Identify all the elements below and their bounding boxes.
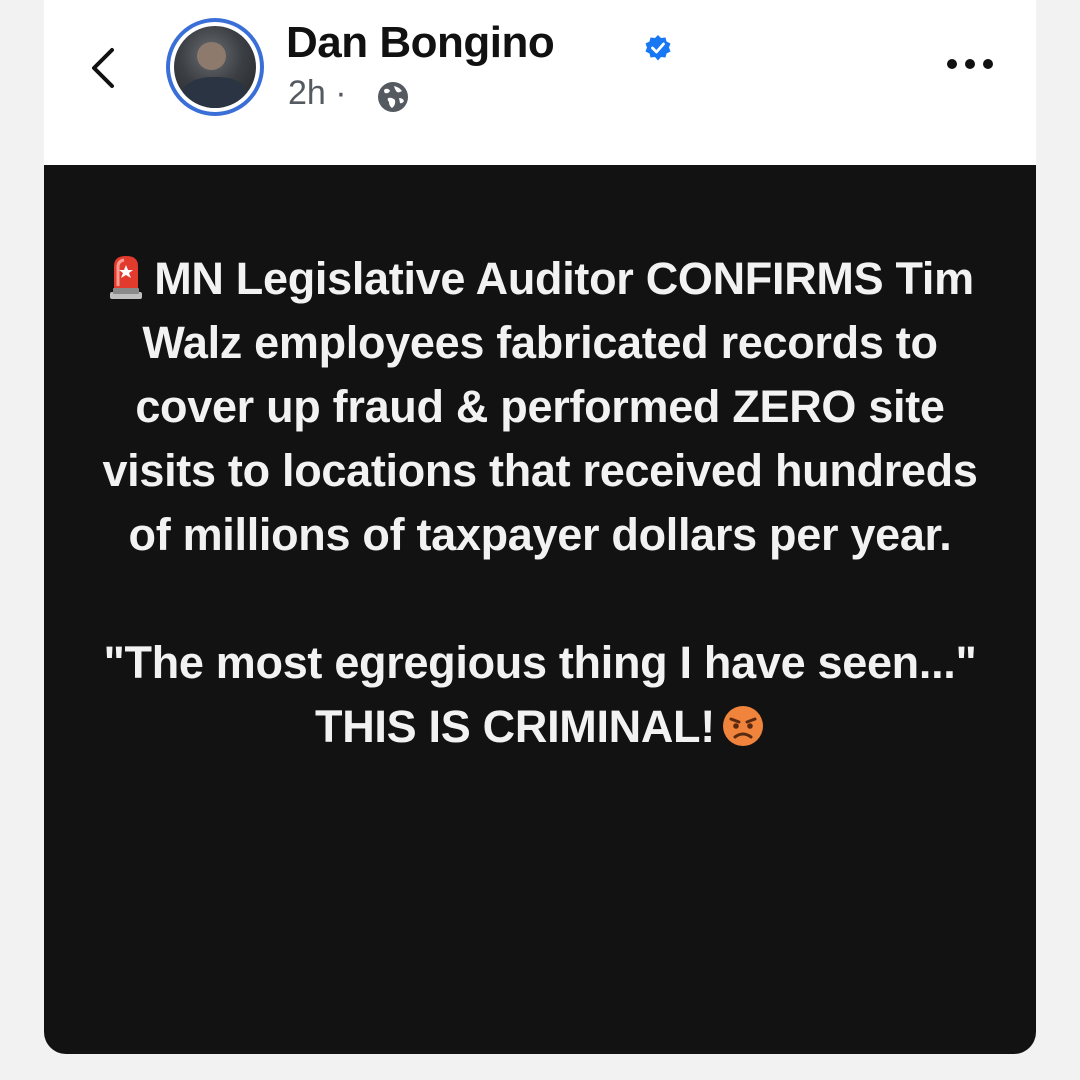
more-options-icon[interactable] [942,52,998,76]
avatar[interactable] [166,18,264,116]
post-paragraph-2: "The most egregious thing I have seen...… [103,637,977,752]
avatar-photo [174,26,256,108]
post-header: Dan Bongino 2h · [44,0,1036,165]
chevron-left-icon[interactable] [84,46,122,90]
angry-face-icon [722,706,763,746]
post-meta: 2h · [288,74,347,113]
police-siren-icon [110,256,143,299]
post-paragraph-1: MN Legislative Auditor CONFIRMS Tim Walz… [102,253,978,560]
post-text: MN Legislative Auditor CONFIRMS Tim Walz… [84,247,996,759]
post-time[interactable]: 2h [288,74,326,112]
globe-icon [378,82,408,112]
post-card: Dan Bongino 2h · MN Legislative Auditor … [44,0,1036,1054]
meta-separator: · [335,74,347,112]
author-name[interactable]: Dan Bongino [286,18,555,68]
post-body: MN Legislative Auditor CONFIRMS Tim Walz… [44,165,1036,1054]
verified-badge-icon [645,35,671,61]
